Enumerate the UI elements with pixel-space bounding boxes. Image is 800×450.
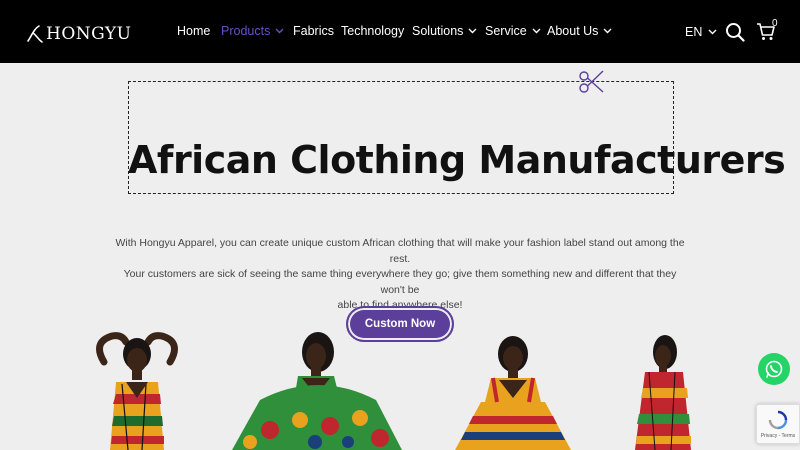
recaptcha-icon — [768, 410, 788, 430]
nav-products[interactable]: Products — [221, 24, 284, 38]
logo[interactable]: HONGYU — [24, 22, 131, 46]
chevron-down-icon — [708, 29, 717, 35]
nav-about-us[interactable]: About Us — [547, 24, 612, 38]
page-title: African Clothing Manufacturers — [128, 138, 786, 182]
intro-text: With Hongyu Apparel, you can create uniq… — [115, 237, 685, 311]
model-image-2 — [232, 332, 402, 450]
search-icon[interactable] — [725, 22, 745, 42]
chevron-down-icon — [532, 28, 541, 34]
chevron-down-icon — [275, 28, 284, 34]
nav-fabrics[interactable]: Fabrics — [293, 24, 334, 38]
nav-technology[interactable]: Technology — [341, 24, 404, 38]
language-label: EN — [685, 25, 703, 39]
recaptcha-links[interactable]: Privacy - Terms — [761, 433, 795, 439]
whatsapp-button[interactable] — [758, 353, 790, 385]
whatsapp-icon — [765, 360, 783, 378]
model-image-4 — [635, 335, 691, 450]
cart-count: 0 — [772, 18, 778, 29]
logo-mark-icon — [27, 25, 43, 43]
site-header: HONGYU Home Products Fabrics Technology … — [0, 0, 800, 63]
nav-service[interactable]: Service — [485, 24, 541, 38]
language-selector[interactable]: EN — [685, 25, 717, 39]
recaptcha-badge[interactable]: Privacy - Terms — [756, 404, 800, 444]
chevron-down-icon — [603, 28, 612, 34]
logo-text: HONGYU — [46, 24, 132, 44]
nav-home[interactable]: Home — [177, 24, 210, 38]
model-image-3 — [455, 336, 571, 450]
scissors-icon — [579, 70, 604, 93]
nav-solutions[interactable]: Solutions — [412, 24, 477, 38]
chevron-down-icon — [468, 28, 477, 34]
model-image-1 — [96, 332, 178, 450]
